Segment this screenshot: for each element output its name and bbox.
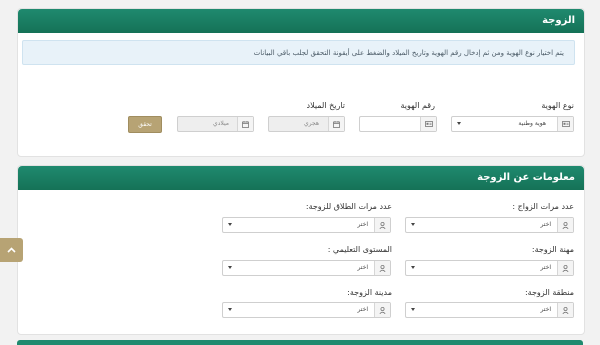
id-type-label: نوع الهوية: [541, 101, 574, 110]
user-icon: [557, 303, 573, 317]
education-value: اختر: [357, 264, 369, 271]
birth-date-label: تاريخ الميلاد: [306, 101, 346, 110]
wife-info-panel-title: معلومات عن الزوجة: [18, 166, 584, 190]
id-card-icon: [557, 117, 573, 131]
chevron-down-icon: [457, 122, 461, 125]
id-card-icon: [420, 117, 436, 131]
hijri-placeholder: هجري: [303, 120, 319, 127]
education-select[interactable]: اختر: [222, 260, 391, 276]
divorce-count-select[interactable]: اختر: [222, 217, 391, 233]
marriages-count-label: عدد مرات الزواج :: [512, 202, 574, 211]
id-type-value: هوية وطنية: [518, 120, 546, 127]
divorce-count-value: اختر: [357, 221, 369, 228]
marriages-count-value: اختر: [540, 221, 552, 228]
region-select[interactable]: اختر: [405, 302, 574, 318]
region-label: منطقة الزوجة:: [524, 288, 574, 297]
city-value: اختر: [357, 306, 369, 313]
next-panel-edge: [17, 340, 583, 345]
wife-panel: الزوجة: [17, 8, 585, 157]
birth-date-hijri-input[interactable]: هجري: [268, 116, 345, 132]
user-icon: [557, 218, 573, 232]
chevron-down-icon: [411, 308, 415, 311]
calendar-icon: [237, 117, 253, 131]
chevron-down-icon: [411, 223, 415, 226]
occupation-label: مهنة الزوجة:: [531, 245, 574, 254]
divorce-count-label: عدد مرات الطلاق للزوجة:: [305, 202, 392, 211]
info-notice: يتم اختيار نوع الهوية ومن ثم إدخال رقم ا…: [22, 40, 575, 65]
education-label: المستوى التعليمي :: [327, 245, 392, 254]
gregorian-placeholder: ميلادي: [213, 120, 229, 127]
id-number-label: رقم الهوية: [400, 101, 435, 110]
city-label: مدينة الزوجة:: [347, 288, 392, 297]
occupation-select[interactable]: اختر: [405, 260, 574, 276]
id-number-input[interactable]: [359, 116, 437, 132]
scroll-top-button[interactable]: [0, 238, 23, 262]
region-value: اختر: [540, 306, 552, 313]
user-icon: [374, 218, 390, 232]
chevron-up-icon: [7, 247, 16, 253]
id-type-select[interactable]: هوية وطنية: [451, 116, 574, 132]
wife-panel-title: الزوجة: [18, 9, 584, 33]
marriages-count-select[interactable]: اختر: [405, 217, 574, 233]
user-icon: [374, 261, 390, 275]
occupation-value: اختر: [540, 264, 552, 271]
chevron-down-icon: [228, 308, 232, 311]
chevron-down-icon: [411, 266, 415, 269]
verify-button[interactable]: تحقق: [128, 116, 162, 133]
calendar-icon: [328, 117, 344, 131]
chevron-down-icon: [228, 266, 232, 269]
chevron-down-icon: [228, 223, 232, 226]
city-select[interactable]: اختر: [222, 302, 391, 318]
user-icon: [557, 261, 573, 275]
user-icon: [374, 303, 390, 317]
birth-date-gregorian-input[interactable]: ميلادي: [177, 116, 254, 132]
